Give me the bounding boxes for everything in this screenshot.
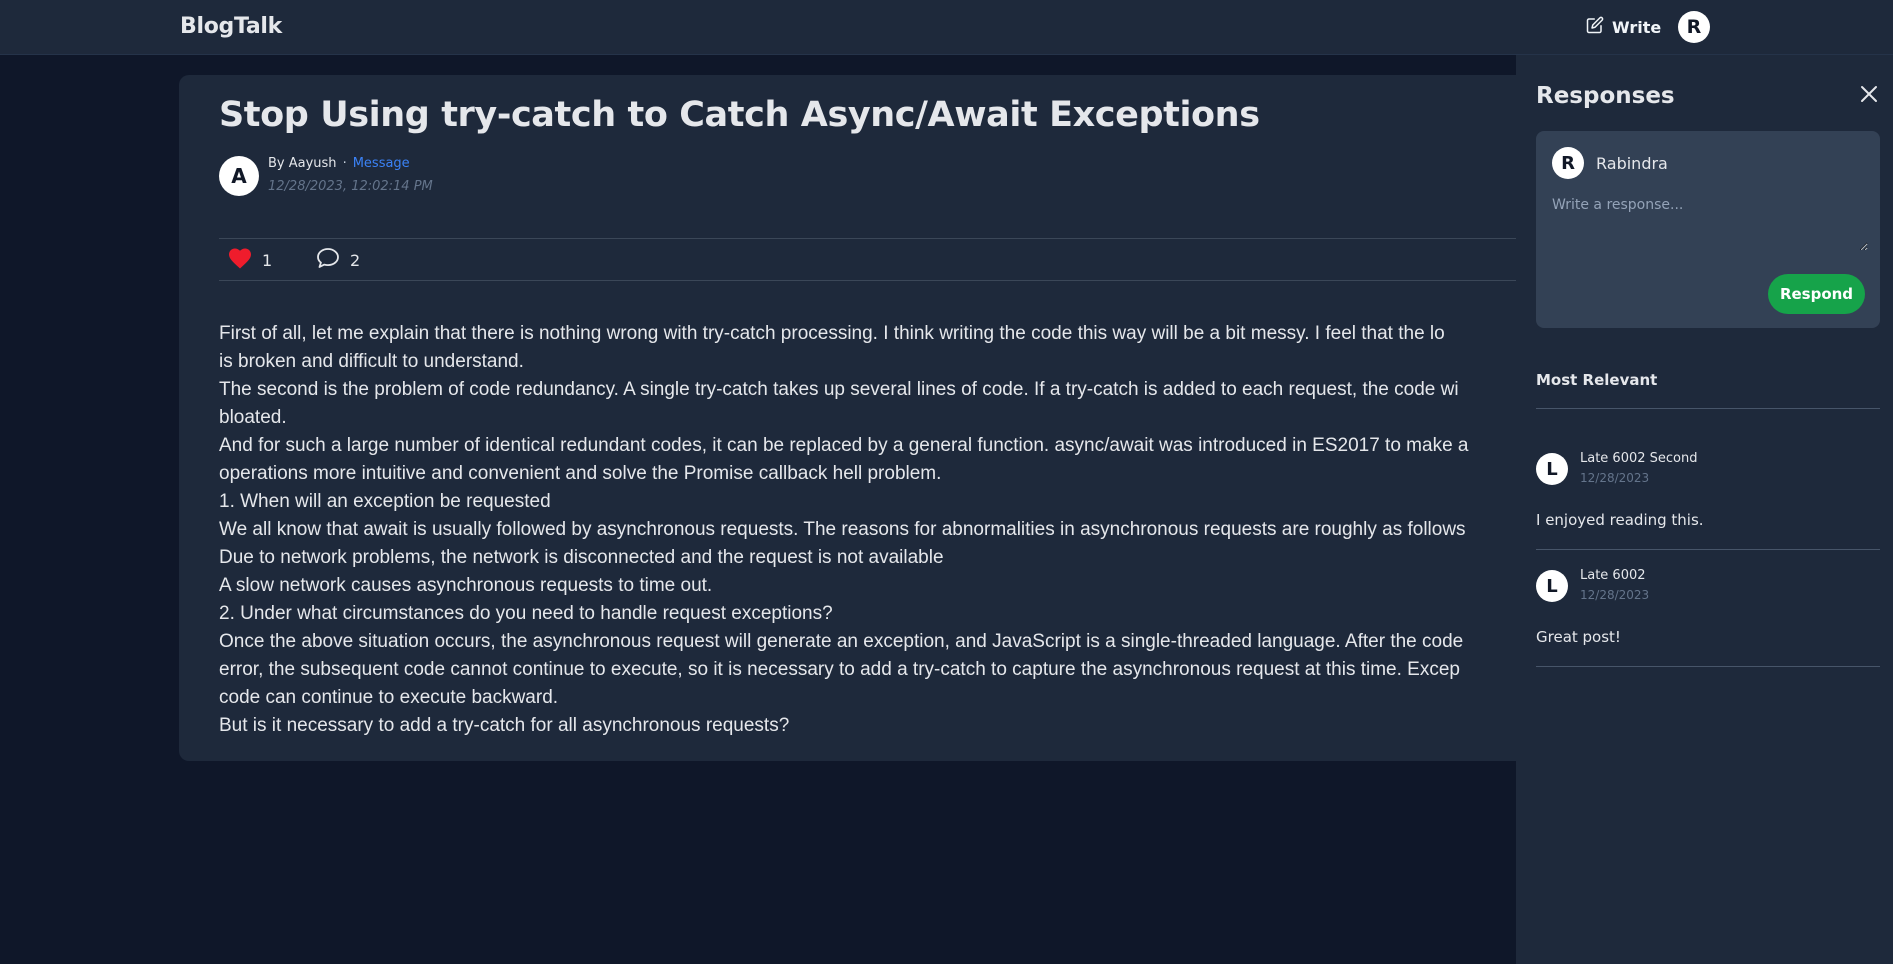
body-line: code can continue to execute backward. (219, 687, 559, 708)
composer-name: Rabindra (1596, 154, 1668, 173)
responses-drawer: Responses R Rabindra Respond Most Releva… (1516, 55, 1893, 964)
write-label: Write (1612, 17, 1662, 37)
responses-title: Responses (1536, 83, 1675, 109)
body-line: The second is the problem of code redund… (219, 379, 1459, 400)
heart-icon (228, 247, 252, 273)
body-line: error, the subsequent code cannot contin… (219, 659, 1460, 680)
body-line: is broken and difficult to understand. (219, 351, 524, 372)
write-button[interactable]: Write (1586, 16, 1661, 38)
sort-label[interactable]: Most Relevant (1536, 371, 1657, 389)
publish-date: 12/28/2023, 12:02:14 PM (268, 179, 433, 194)
like-button[interactable]: 1 (228, 247, 272, 273)
like-count: 1 (262, 250, 273, 270)
article-stats-bar: 1 2 (219, 238, 1579, 281)
body-line: operations more intuitive and convenient… (219, 463, 942, 484)
body-line: A slow network causes asynchronous reque… (219, 575, 713, 596)
response-input[interactable] (1550, 193, 1868, 251)
divider (1536, 666, 1880, 667)
body-line: First of all, let me explain that there … (219, 323, 1445, 344)
comment-avatar[interactable]: L (1536, 570, 1568, 602)
body-line: Once the above situation occurs, the asy… (219, 631, 1464, 652)
author-avatar[interactable]: A (219, 156, 259, 196)
composer-avatar: R (1552, 147, 1584, 179)
comment-avatar[interactable]: L (1536, 453, 1568, 485)
body-line: But is it necessary to add a try-catch f… (219, 715, 790, 736)
author-name: By Aayush (268, 156, 337, 171)
comments-button[interactable]: 2 (316, 247, 360, 273)
respond-button[interactable]: Respond (1768, 274, 1865, 314)
comment-text: I enjoyed reading this. (1536, 511, 1704, 529)
body-line: bloated. (219, 407, 287, 428)
response-composer: R Rabindra Respond (1536, 131, 1880, 328)
top-nav-bar: BlogTalk Write R (0, 0, 1893, 55)
comment-text: Great post! (1536, 628, 1621, 646)
article-card: Stop Using try-catch to Catch Async/Awai… (179, 75, 1579, 761)
article-title: Stop Using try-catch to Catch Async/Awai… (219, 95, 1260, 135)
body-line: And for such a large number of identical… (219, 435, 1469, 456)
comment-author[interactable]: Late 6002 Second (1580, 451, 1698, 466)
comment-date: 12/28/2023 (1580, 471, 1650, 485)
message-link[interactable]: Message (353, 156, 410, 171)
close-icon[interactable] (1860, 85, 1878, 103)
comment-icon (316, 247, 340, 273)
comment-author[interactable]: Late 6002 (1580, 568, 1646, 583)
divider (1536, 549, 1880, 550)
user-avatar[interactable]: R (1678, 11, 1710, 43)
body-line: 2. Under what circumstances do you need … (219, 603, 833, 624)
edit-icon (1586, 16, 1604, 38)
article-body: First of all, let me explain that there … (219, 320, 1579, 740)
comment-date: 12/28/2023 (1580, 588, 1650, 602)
author-line: By Aayush · Message (268, 156, 410, 171)
body-line: Due to network problems, the network is … (219, 547, 944, 568)
divider (1536, 408, 1880, 409)
separator-dot: · (342, 156, 347, 171)
brand-logo[interactable]: BlogTalk (180, 14, 282, 39)
comment-count: 2 (350, 250, 361, 270)
body-line: 1. When will an exception be requested (219, 491, 551, 512)
body-line: We all know that await is usually follow… (219, 519, 1466, 540)
